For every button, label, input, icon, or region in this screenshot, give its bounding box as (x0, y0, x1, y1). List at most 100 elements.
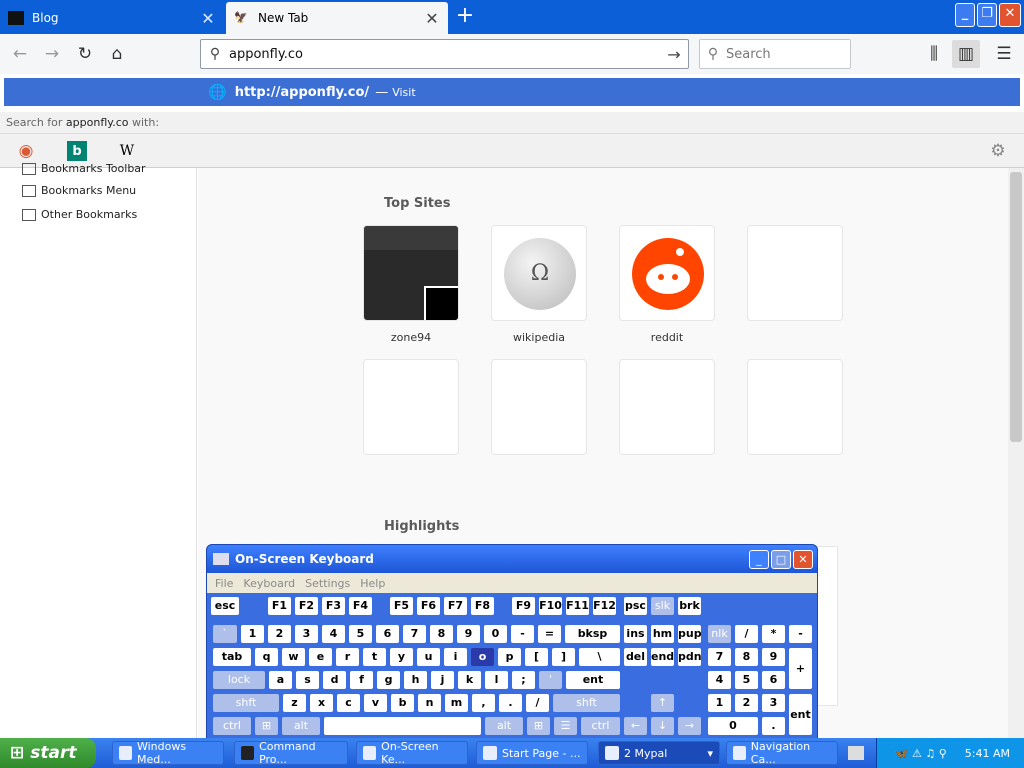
tray-icons[interactable]: 🦋 ⚠ ♫ ⚲ (895, 747, 947, 760)
osk-key[interactable]: x (310, 694, 333, 712)
minimize-button[interactable]: _ (955, 3, 975, 27)
osk-titlebar[interactable]: On-Screen Keyboard (207, 545, 817, 573)
osk-key[interactable]: F2 (295, 597, 318, 615)
osk-key[interactable]: ⊞ (527, 717, 550, 735)
osk-key[interactable]: ctrl (213, 717, 251, 735)
taskbar-group[interactable]: 2 Mypal ▾ (598, 741, 720, 765)
library-icon[interactable]: ⫼ (920, 40, 948, 68)
taskbar-item[interactable]: Start Page - ... (476, 741, 588, 765)
osk-key[interactable]: ← (624, 717, 647, 735)
osk-key[interactable]: 8 (430, 625, 453, 643)
tab-blog[interactable]: Blog ✕ (0, 2, 224, 34)
osk-key[interactable]: p (498, 648, 521, 666)
osk-key[interactable]: g (377, 671, 400, 689)
osk-key[interactable]: shft (213, 694, 279, 712)
settings-gear-icon[interactable]: ⚙ (988, 141, 1008, 161)
osk-key[interactable]: F1 (268, 597, 291, 615)
close-tab-icon[interactable]: ✕ (424, 9, 440, 28)
osk-key[interactable]: 2 (268, 625, 291, 643)
osk-key[interactable]: , (472, 694, 495, 712)
osk-key[interactable]: y (390, 648, 413, 666)
osk-key[interactable]: 4 (322, 625, 345, 643)
top-site-empty[interactable] (491, 359, 587, 455)
search-input[interactable]: Search (726, 47, 771, 62)
osk-key[interactable]: r (336, 648, 359, 666)
osk-key[interactable]: a (269, 671, 292, 689)
osk-key[interactable]: ctrl (581, 717, 620, 735)
top-site-empty[interactable] (747, 359, 843, 455)
sidebar-item-bookmarks-toolbar[interactable]: Bookmarks Toolbar (22, 162, 146, 175)
taskbar-item[interactable]: Windows Med... (112, 740, 224, 766)
osk-key[interactable]: = (538, 625, 561, 643)
osk-key[interactable]: F4 (349, 597, 372, 615)
osk-key[interactable]: ent (789, 694, 812, 735)
osk-key[interactable]: lock (213, 671, 265, 689)
sidebar-item-other-bookmarks[interactable]: Other Bookmarks (22, 208, 137, 221)
osk-key[interactable]: hm (651, 625, 674, 643)
osk-key[interactable]: v (364, 694, 387, 712)
new-tab-button[interactable]: + (452, 4, 478, 30)
osk-key[interactable]: w (282, 648, 305, 666)
top-site-empty[interactable] (363, 359, 459, 455)
sidebar-item-bookmarks-menu[interactable]: Bookmarks Menu (22, 184, 136, 197)
osk-key[interactable]: q (255, 648, 278, 666)
osk-key[interactable]: F7 (444, 597, 467, 615)
osk-key[interactable]: t (363, 648, 386, 666)
osk-key[interactable]: ' (539, 671, 562, 689)
osk-key[interactable]: ↑ (651, 694, 674, 712)
osk-key[interactable]: ins (624, 625, 647, 643)
osk-key[interactable]: 3 (295, 625, 318, 643)
osk-menu-keyboard[interactable]: Keyboard (243, 577, 295, 590)
osk-key[interactable]: brk (678, 597, 701, 615)
osk-key[interactable]: + (789, 648, 812, 689)
osk-key[interactable]: del (624, 648, 647, 666)
top-site-empty[interactable] (619, 359, 715, 455)
wikipedia-icon[interactable]: W (117, 141, 137, 161)
osk-key[interactable]: \ (579, 648, 620, 666)
taskbar-item[interactable]: Command Pro... (234, 740, 348, 766)
osk-key[interactable]: / (526, 694, 549, 712)
osk-key[interactable]: c (337, 694, 360, 712)
osk-key[interactable]: l (485, 671, 508, 689)
osk-key[interactable]: ; (512, 671, 535, 689)
osk-key[interactable] (324, 717, 481, 735)
top-site-wikipedia[interactable]: Ω (491, 225, 587, 321)
osk-key[interactable]: e (309, 648, 332, 666)
osk-key[interactable]: ☰ (554, 717, 577, 735)
osk-key[interactable]: ent (566, 671, 620, 689)
osk-key[interactable]: / (735, 625, 758, 643)
osk-key[interactable]: F3 (322, 597, 345, 615)
bing-icon[interactable]: b (67, 141, 87, 161)
menu-icon[interactable]: ☰ (990, 40, 1018, 68)
taskbar-item[interactable]: Navigation Ca... (726, 740, 838, 766)
osk-key[interactable]: 0 (708, 717, 758, 735)
osk-key[interactable]: bksp (565, 625, 620, 643)
osk-key[interactable]: 2 (735, 694, 758, 712)
osk-key[interactable]: F12 (593, 597, 616, 615)
osk-key[interactable]: [ (525, 648, 548, 666)
osk-key[interactable]: 7 (708, 648, 731, 666)
osk-key[interactable]: pup (678, 625, 702, 643)
osk-key[interactable]: k (458, 671, 481, 689)
page-scrollbar[interactable] (1008, 168, 1024, 738)
osk-key[interactable]: → (678, 717, 701, 735)
osk-key[interactable]: ` (213, 625, 237, 643)
osk-key[interactable]: 5 (735, 671, 758, 689)
osk-key[interactable]: nlk (708, 625, 731, 643)
osk-key[interactable]: 3 (762, 694, 785, 712)
osk-key[interactable]: 8 (735, 648, 758, 666)
osk-key[interactable]: n (418, 694, 441, 712)
osk-close-button[interactable]: ✕ (793, 550, 813, 569)
osk-key[interactable]: F5 (390, 597, 413, 615)
osk-key[interactable]: 1 (708, 694, 731, 712)
osk-key[interactable]: F10 (539, 597, 562, 615)
osk-key[interactable]: 6 (762, 671, 785, 689)
duckduckgo-icon[interactable]: ◉ (16, 141, 36, 161)
top-site-zone94[interactable] (363, 225, 459, 321)
osk-key[interactable]: psc (624, 597, 647, 615)
osk-key[interactable]: f (350, 671, 373, 689)
osk-key[interactable]: . (499, 694, 522, 712)
osk-key[interactable]: 4 (708, 671, 731, 689)
osk-key[interactable]: b (391, 694, 414, 712)
back-button[interactable]: ← (6, 40, 34, 68)
